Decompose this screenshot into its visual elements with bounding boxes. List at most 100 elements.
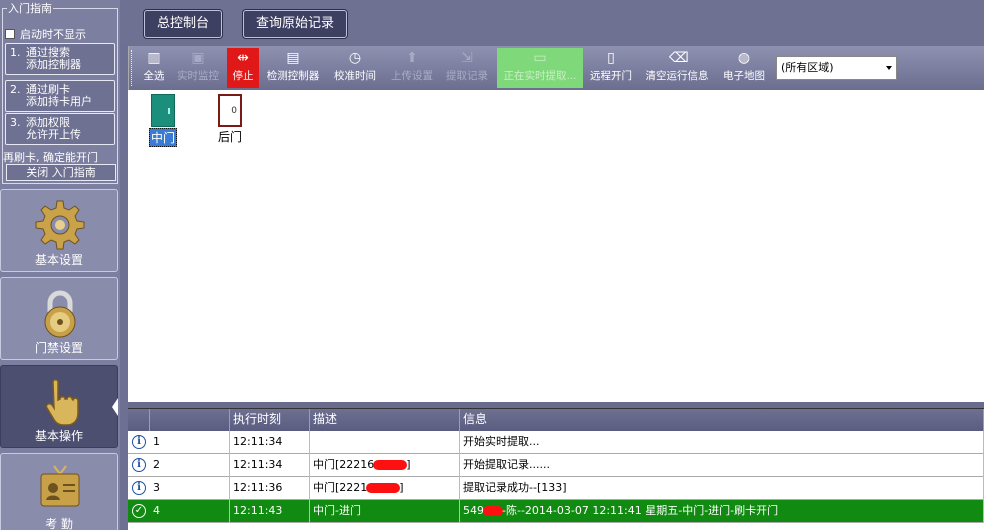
calibrate-time-button[interactable]: ◷ 校准时间 [329, 48, 381, 88]
nav-attendance[interactable]: 考 勤 [0, 453, 118, 530]
download-records-button[interactable]: ⇲ 提取记录 [441, 48, 493, 88]
col-header-no[interactable] [150, 409, 230, 431]
run-log-table: 执行时刻 描述 信息 i 1 12:11:34 开始实时提取... i 2 12… [128, 408, 984, 530]
clock-icon: ◷ [348, 50, 362, 66]
tab-query-records[interactable]: 查询原始记录 [243, 10, 348, 38]
redaction-mark [373, 460, 408, 470]
remote-open-button[interactable]: ▯ 远程开门 [587, 48, 635, 88]
monitor-button[interactable]: ▣ 实时监控 [173, 48, 223, 88]
info-icon: i [132, 481, 146, 495]
nav-basic-operation[interactable]: 基本操作 [0, 365, 118, 448]
hide-on-start-label: 启动时不显示 [20, 28, 86, 41]
row-desc: 中门[22216] [310, 454, 460, 477]
col-header-time[interactable]: 执行时刻 [230, 409, 310, 431]
desc-prefix: 中门[22216 [313, 458, 375, 471]
table-row[interactable]: i 1 12:11:34 开始实时提取... [128, 431, 984, 454]
table-row[interactable]: ✓ 4 12:11:43 中门-进门 549 -陈--2014-03-07 12:… [128, 500, 984, 523]
toolbar: ▥ 全选 ▣ 实时监控 ⇹ 停止 ▤ 检测控制器 ◷ 校准时间 ⬆ 上传设置 ⇲… [128, 46, 984, 90]
toolbar-grip[interactable] [131, 50, 134, 86]
e-map-button[interactable]: ◍ 电子地图 [719, 48, 769, 88]
table-row[interactable]: i 2 12:11:34 中门[22216] 开始提取记录...... [128, 454, 984, 477]
door-icon: ▯ [607, 50, 615, 66]
stop-icon: ⇹ [237, 50, 249, 66]
id-card-icon [40, 465, 80, 507]
table-header: 执行时刻 描述 信息 [128, 409, 984, 431]
stop-button[interactable]: ⇹ 停止 [227, 48, 259, 88]
row-time: 12:11:36 [230, 477, 310, 500]
guide-note: 再刷卡, 确定能开门 [3, 151, 98, 164]
clear-info-button[interactable]: ⌫ 清空运行信息 [641, 48, 713, 88]
check-controller-label: 检测控制器 [266, 70, 320, 82]
row-no: 2 [150, 454, 230, 477]
door-open-icon [151, 94, 175, 127]
select-all-label: 全选 [143, 70, 165, 82]
area-select[interactable]: (所有区域) [776, 56, 897, 80]
info-prefix: 549 [463, 504, 484, 517]
desc-suffix: ] [399, 481, 404, 494]
door-label: 中门 [148, 128, 177, 147]
row-no: 1 [150, 431, 230, 454]
guide-step-add-permission[interactable]: 3. 添加权限 允许开上传 [5, 113, 115, 145]
trash-icon: ⌫ [669, 50, 689, 66]
row-desc: 中门[2221] [310, 477, 460, 500]
redaction-mark [483, 506, 503, 516]
check-controller-button[interactable]: ▤ 检测控制器 [263, 48, 323, 88]
upload-settings-label: 上传设置 [391, 70, 433, 82]
chevron-down-icon [886, 66, 892, 70]
active-indicator-arrow [112, 398, 118, 416]
info-icon: i [132, 435, 146, 449]
close-guide-button[interactable]: 关闭 入门指南 [6, 164, 116, 181]
live-extract-icon: ▭ [533, 50, 547, 66]
row-info: 提取记录成功--[133] [460, 477, 984, 500]
area-select-value: (所有区域) [781, 61, 834, 74]
info-icon: i [132, 458, 146, 472]
e-map-label: 电子地图 [723, 70, 765, 82]
globe-icon: ◍ [737, 50, 751, 66]
row-time: 12:11:34 [230, 454, 310, 477]
nav-access-settings[interactable]: 门禁设置 [0, 277, 118, 360]
hide-on-start-checkbox[interactable]: 启动时不显示 [5, 26, 86, 42]
upload-settings-button[interactable]: ⬆ 上传设置 [387, 48, 437, 88]
guide-step-add-card-user[interactable]: 2. 通过刷卡 添加持卡用户 [5, 80, 115, 112]
door-list: 中门 0 后门 [128, 90, 984, 402]
col-header-icon[interactable] [128, 409, 150, 431]
checkbox-box[interactable] [5, 29, 15, 39]
row-desc [310, 431, 460, 454]
step-line2: 添加持卡用户 [26, 95, 92, 108]
row-time: 12:11:34 [230, 431, 310, 454]
row-time: 12:11:43 [230, 500, 310, 523]
step-number: 3. [10, 116, 21, 129]
intro-guide-title: 入门指南 [7, 2, 53, 15]
row-info: 开始实时提取... [460, 431, 984, 454]
calibrate-time-label: 校准时间 [334, 70, 376, 82]
controller-icon: ▤ [286, 50, 300, 66]
stop-label: 停止 [232, 70, 254, 82]
nav-basic-settings[interactable]: 基本设置 [0, 189, 118, 272]
monitor-label: 实时监控 [177, 70, 219, 82]
lock-icon [44, 290, 76, 338]
clear-info-label: 清空运行信息 [645, 70, 709, 82]
door-item-mid[interactable]: 中门 [143, 94, 183, 147]
download-records-label: 提取记录 [446, 70, 488, 82]
col-header-desc[interactable]: 描述 [310, 409, 460, 431]
live-extract-button[interactable]: ▭ 正在实时提取... [497, 48, 583, 88]
sidebar: 入门指南 启动时不显示 1. 通过搜索 添加控制器 2. 通过刷卡 添加持卡用户 3… [0, 0, 120, 530]
nav-label: 基本设置 [34, 253, 83, 267]
row-info: 549 -陈--2014-03-07 12:11:41 星期五-中门-进门-刷卡开… [460, 500, 984, 523]
select-all-button[interactable]: ▥ 全选 [139, 48, 169, 88]
hand-pointer-icon [45, 379, 79, 426]
info-suffix: -陈--2014-03-07 12:11:41 星期五-中门-进门-刷卡开门 [502, 504, 779, 517]
step-number: 1. [10, 46, 21, 59]
table-row[interactable]: i 3 12:11:36 中门[2221] 提取记录成功--[133] [128, 477, 984, 500]
row-desc: 中门-进门 [310, 500, 460, 523]
col-header-info[interactable]: 信息 [460, 409, 984, 431]
download-icon: ⇲ [461, 50, 473, 66]
guide-step-search-controller[interactable]: 1. 通过搜索 添加控制器 [5, 43, 115, 75]
nav-label: 考 勤 [45, 517, 73, 530]
door-knob [168, 108, 170, 114]
row-info: 开始提取记录...... [460, 454, 984, 477]
desc-suffix: ] [406, 458, 411, 471]
tab-dashboard[interactable]: 总控制台 [144, 10, 223, 38]
door-item-back[interactable]: 0 后门 [210, 94, 250, 145]
step-line2: 添加控制器 [26, 58, 81, 71]
